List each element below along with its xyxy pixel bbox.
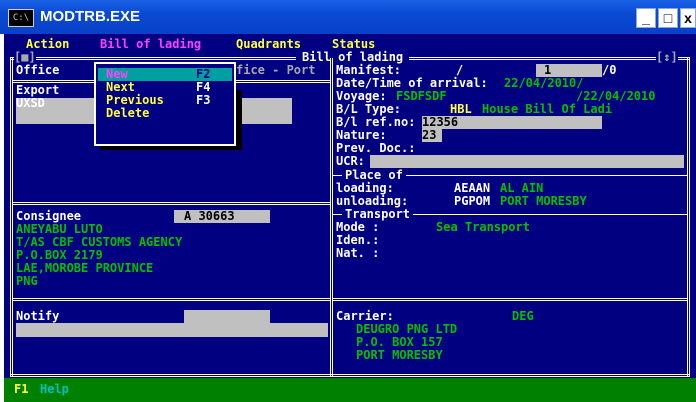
exporter-code: UXSD (16, 96, 45, 110)
maximize-button[interactable]: □ (658, 8, 678, 28)
ucr-field[interactable] (370, 155, 684, 168)
console-area: Action Bill of lading Quadrants Status [… (4, 34, 696, 402)
close-button[interactable]: x (680, 8, 696, 28)
unloading-code[interactable]: PGPOM (454, 195, 490, 208)
help-label[interactable]: Help (40, 383, 69, 396)
consignee-divider (12, 298, 330, 301)
menu-quadrants[interactable]: Quadrants (236, 38, 301, 51)
ucr-label: UCR: (336, 154, 365, 168)
window-title: MODTRB.EXE (40, 8, 141, 25)
bl-type-desc: House Bill Of Ladi (482, 102, 613, 116)
carrier-code: DEG (512, 309, 534, 323)
voyage-value: FSDFSDF (396, 89, 447, 103)
frame-resize-marker[interactable]: [↕] (656, 51, 678, 64)
frame-middle-divider (330, 58, 333, 376)
notify-name-field[interactable] (16, 323, 328, 337)
notify-label: Notify (16, 309, 60, 323)
frame-left-border (10, 58, 13, 376)
minimize-button[interactable]: _ (636, 8, 656, 28)
manifest-suffix: /0 (602, 63, 617, 77)
notify-code-field[interactable] (184, 310, 270, 323)
consignee-code: A 30663 (184, 209, 235, 223)
help-key[interactable]: F1 (14, 383, 28, 396)
exporter-divider (12, 202, 330, 205)
console-icon[interactable]: C:\ (8, 9, 34, 27)
mode-value: Sea Transport (436, 220, 530, 234)
office-value: fice - Port (236, 63, 316, 77)
nature-value: 23 (422, 128, 437, 142)
consignee-line-5: PNG (16, 274, 38, 288)
unloading-name: PORT MORESBY (500, 194, 587, 208)
carrier-line-3: PORT MORESBY (356, 348, 443, 362)
dropdown-key-previous: F3 (196, 93, 211, 107)
dropdown-item-delete[interactable]: Delete (106, 107, 149, 120)
bill-of-lading-dropdown: New F2 Next F4 Previous F3 Delete (94, 62, 236, 146)
office-label: Office (16, 63, 60, 77)
status-bar: F1 Help (4, 378, 696, 402)
title-bar[interactable]: C:\ MODTRB.EXE _ □ x (0, 0, 696, 34)
console-window: C:\ MODTRB.EXE _ □ x Action Bill of ladi… (0, 0, 696, 402)
arrival-value: 22/04/2010/ (504, 76, 584, 90)
menu-bill-of-lading[interactable]: Bill of lading (100, 38, 201, 51)
frame-right-border (687, 58, 690, 376)
frame-bottom-border (10, 374, 690, 377)
nat-label: Nat. : (336, 246, 380, 260)
carrier-divider (333, 298, 687, 301)
